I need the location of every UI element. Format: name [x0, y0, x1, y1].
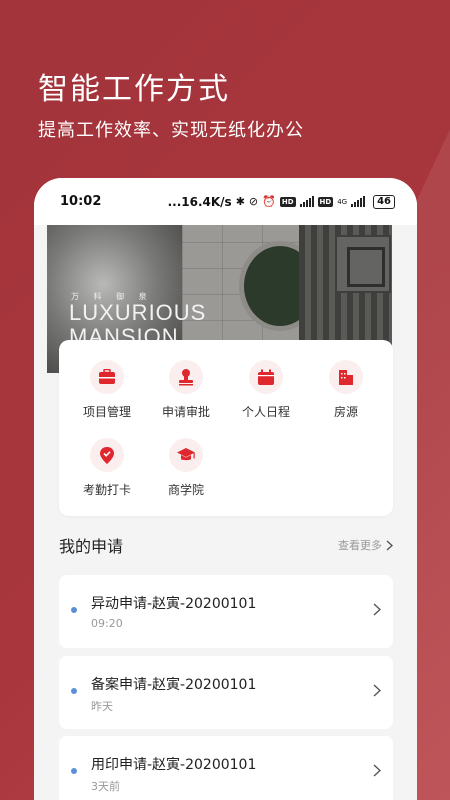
status-time: 10:02 [60, 194, 102, 209]
hd-badge: HD [279, 196, 296, 207]
request-item[interactable]: 异动申请-赵寅-20200101 09:20 [59, 575, 393, 648]
graduation-cap-icon [169, 438, 203, 472]
banner-logo-icon [335, 235, 391, 293]
grid-item-project[interactable]: 项目管理 [67, 360, 147, 420]
grid-item-attendance[interactable]: 考勤打卡 [67, 438, 147, 498]
calendar-icon [249, 360, 283, 394]
request-title: 备案申请-赵寅-20200101 [91, 677, 257, 693]
grid-label: 个人日程 [241, 405, 290, 419]
request-time: 昨天 [91, 700, 113, 713]
network-speed: ...16.4K/s [167, 194, 232, 209]
request-title: 异动申请-赵寅-20200101 [91, 596, 257, 612]
chevron-right-icon [373, 764, 381, 777]
request-item[interactable]: 用印申请-赵寅-20200101 3天前 [59, 736, 393, 800]
grid-label: 项目管理 [82, 405, 131, 419]
location-check-icon [90, 438, 124, 472]
feature-grid: 项目管理 申请审批 个人日程 房源 考勤打卡 商学院 [59, 340, 393, 516]
briefcase-icon [90, 360, 124, 394]
signal-icon-2 [351, 196, 366, 207]
signal-icon [299, 196, 314, 207]
section-title: 我的申请 [59, 537, 124, 556]
chevron-right-icon [373, 684, 381, 697]
request-time: 3天前 [91, 780, 120, 793]
grid-label: 商学院 [167, 483, 204, 497]
hd-badge-2: HD [317, 196, 334, 207]
view-more-label: 查看更多 [338, 539, 382, 552]
phone-mockup: 10:02 ...16.4K/s ✱ ⊘ ⏰ HD HD 4G 46 万 科 御… [34, 178, 417, 800]
request-title: 用印申请-赵寅-20200101 [91, 757, 257, 773]
banner-line1: LUXURIOUS [69, 300, 207, 325]
mute-icon: ⊘ [248, 195, 259, 208]
grid-label: 考勤打卡 [82, 483, 131, 497]
grid-item-schedule[interactable]: 个人日程 [226, 360, 306, 420]
request-item[interactable]: 备案申请-赵寅-20200101 昨天 [59, 656, 393, 729]
network-type: 4G [337, 197, 348, 206]
request-time: 09:20 [91, 617, 123, 630]
status-icons: ...16.4K/s ✱ ⊘ ⏰ HD HD 4G 46 [167, 194, 395, 209]
grid-item-academy[interactable]: 商学院 [146, 438, 226, 498]
grid-item-approval[interactable]: 申请审批 [146, 360, 226, 420]
promo-subtitle: 提高工作效率、实现无纸化办公 [38, 120, 304, 141]
building-icon [329, 360, 363, 394]
status-bar: 10:02 ...16.4K/s ✱ ⊘ ⏰ HD HD 4G 46 [34, 178, 417, 225]
chevron-right-icon [386, 539, 393, 551]
unread-dot [71, 768, 77, 774]
alarm-icon: ⏰ [262, 195, 276, 208]
stamp-icon [169, 360, 203, 394]
grid-item-housing[interactable]: 房源 [306, 360, 386, 420]
bluetooth-icon: ✱ [235, 195, 245, 208]
unread-dot [71, 688, 77, 694]
grid-label: 房源 [333, 405, 358, 419]
chevron-right-icon [373, 603, 381, 616]
promo-title: 智能工作方式 [38, 72, 230, 107]
view-more-link[interactable]: 查看更多 [338, 537, 393, 553]
requests-header: 我的申请 查看更多 [59, 533, 393, 557]
battery-icon: 46 [373, 194, 395, 209]
unread-dot [71, 607, 77, 613]
grid-label: 申请审批 [161, 405, 210, 419]
